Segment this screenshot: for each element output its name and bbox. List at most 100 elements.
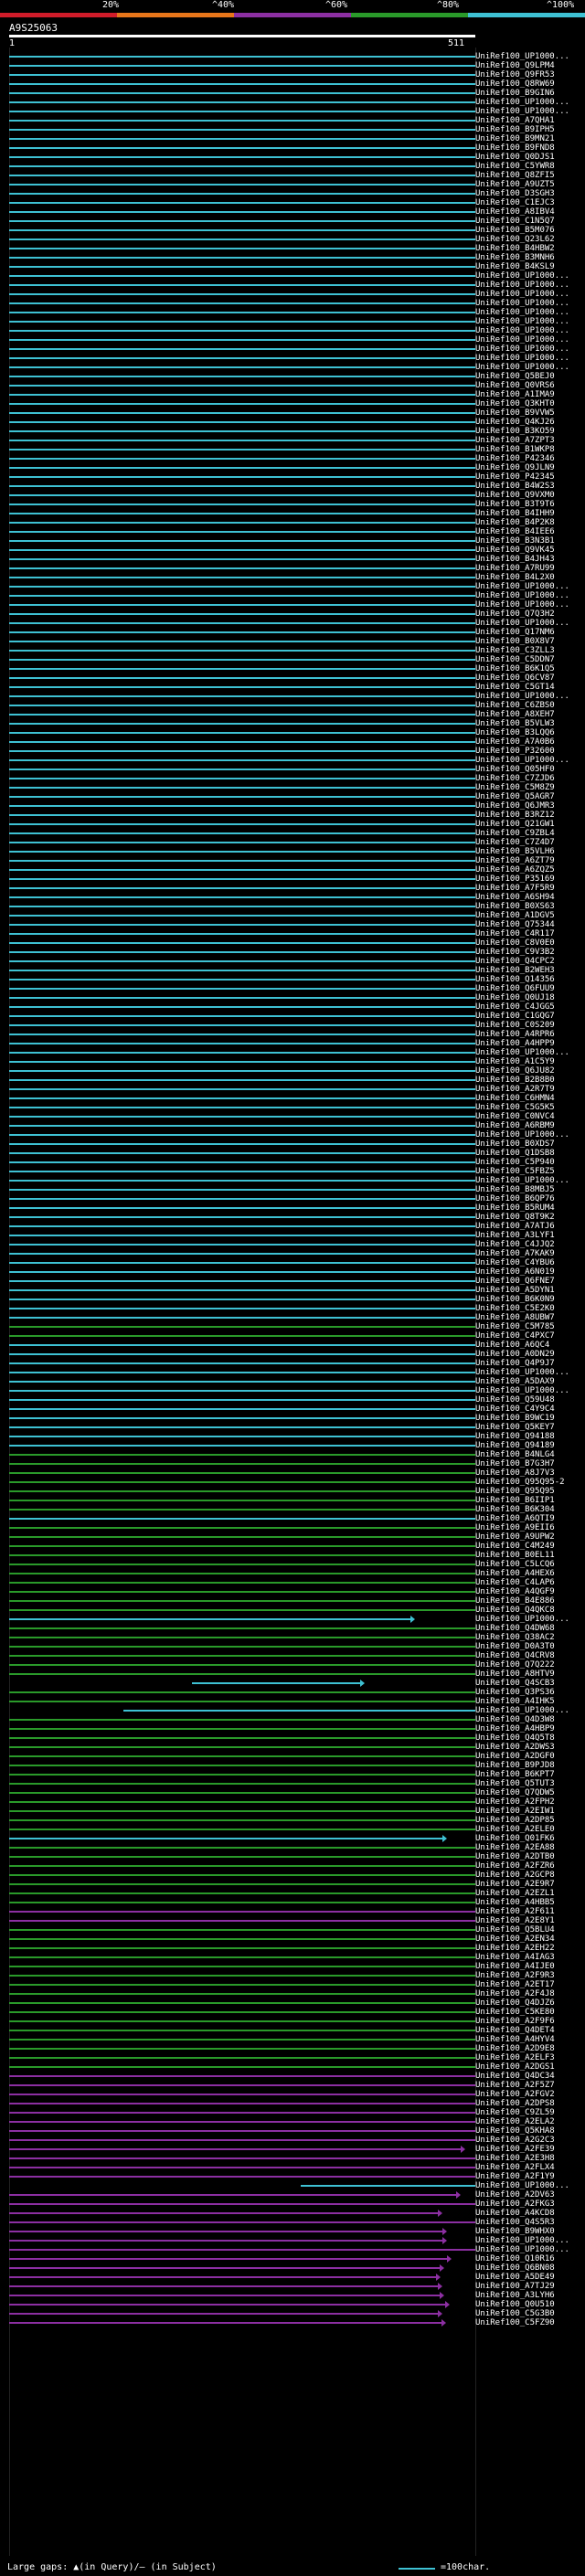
hit-row[interactable]: UniRef100_Q8ZFI5 — [0, 171, 585, 180]
hit-row[interactable]: UniRef100_A6QC4 — [0, 1341, 585, 1350]
hit-alignment-bar[interactable] — [9, 1317, 475, 1319]
hit-name-link[interactable]: UniRef100_B8MBJ5 — [475, 1185, 555, 1194]
hit-row[interactable]: UniRef100_A2DTB0 — [0, 1852, 585, 1861]
hit-alignment-bar[interactable] — [9, 202, 475, 204]
hit-name-link[interactable]: UniRef100_Q94189 — [475, 1441, 555, 1450]
hit-name-link[interactable]: UniRef100_Q75344 — [475, 920, 555, 929]
hit-alignment-bar[interactable] — [9, 284, 475, 286]
hit-row[interactable]: UniRef100_C5M8Z9 — [0, 783, 585, 792]
hit-alignment-bar[interactable] — [9, 366, 475, 368]
hit-row[interactable]: UniRef100_Q3KHT0 — [0, 399, 585, 408]
hit-alignment-bar[interactable] — [9, 686, 475, 688]
hit-name-link[interactable]: UniRef100_A9UZT5 — [475, 180, 555, 189]
hit-alignment-bar[interactable] — [9, 440, 475, 441]
hit-alignment-bar[interactable] — [9, 1390, 475, 1392]
hit-name-link[interactable]: UniRef100_P42346 — [475, 454, 555, 463]
hit-row[interactable]: UniRef100_A2F4J8 — [0, 1989, 585, 1998]
hit-alignment-bar[interactable] — [122, 1710, 475, 1712]
hit-alignment-bar[interactable] — [9, 430, 475, 432]
hit-name-link[interactable]: UniRef100_A9EII6 — [475, 1523, 555, 1532]
hit-alignment-bar[interactable] — [9, 586, 475, 588]
hit-row[interactable]: UniRef100_B6K0N9 — [0, 1295, 585, 1304]
hit-row[interactable]: UniRef100_A1IMA9 — [0, 390, 585, 399]
hit-alignment-bar[interactable] — [9, 2258, 448, 2260]
hit-name-link[interactable]: UniRef100_C9ZL59 — [475, 2108, 555, 2117]
hit-alignment-bar[interactable] — [9, 2011, 475, 2013]
hit-name-link[interactable]: UniRef100_A4HPP9 — [475, 1039, 555, 1048]
hit-row[interactable]: UniRef100_A2DV63 — [0, 2190, 585, 2200]
hit-name-link[interactable]: UniRef100_C4R117 — [475, 929, 555, 938]
hit-row[interactable]: UniRef100_UP1000... — [0, 107, 585, 116]
hit-name-link[interactable]: UniRef100_P35169 — [475, 875, 555, 884]
hit-name-link[interactable]: UniRef100_A8J7V3 — [475, 1468, 555, 1478]
hit-row[interactable]: UniRef100_Q6FUU9 — [0, 984, 585, 993]
hit-row[interactable]: UniRef100_Q7QDW5 — [0, 1788, 585, 1797]
hit-name-link[interactable]: UniRef100_A7KAK9 — [475, 1249, 555, 1258]
hit-alignment-bar[interactable] — [9, 1609, 475, 1611]
hit-alignment-bar[interactable] — [9, 1746, 475, 1748]
hit-alignment-bar[interactable] — [9, 613, 475, 615]
hit-name-link[interactable]: UniRef100_B3N3B1 — [475, 536, 555, 546]
hit-alignment-bar[interactable] — [9, 2130, 475, 2132]
hit-alignment-bar[interactable] — [9, 1646, 475, 1648]
hit-row[interactable]: UniRef100_A5DYN1 — [0, 1286, 585, 1295]
hit-name-link[interactable]: UniRef100_C5LCQ6 — [475, 1560, 555, 1569]
hit-name-link[interactable]: UniRef100_UP1000... — [475, 281, 569, 290]
hit-row[interactable]: UniRef100_A2ET17 — [0, 1980, 585, 1989]
hit-name-link[interactable]: UniRef100_UP1000... — [475, 1706, 569, 1715]
hit-name-link[interactable]: UniRef100_C8V0E0 — [475, 938, 555, 948]
hit-name-link[interactable]: UniRef100_UP1000... — [475, 756, 569, 765]
hit-alignment-bar[interactable] — [9, 1554, 475, 1556]
hit-row[interactable]: UniRef100_C5FZ90 — [0, 2318, 585, 2327]
hit-alignment-bar[interactable] — [9, 778, 475, 779]
hit-alignment-bar[interactable] — [9, 851, 475, 853]
hit-row[interactable]: UniRef100_C0NVC4 — [0, 1112, 585, 1121]
hit-row[interactable]: UniRef100_Q9JLN9 — [0, 463, 585, 472]
hit-row[interactable]: UniRef100_A4IHK5 — [0, 1697, 585, 1706]
hit-row[interactable]: UniRef100_B3MNH6 — [0, 253, 585, 262]
hit-name-link[interactable]: UniRef100_A2DGS1 — [475, 2062, 555, 2072]
hit-alignment-bar[interactable] — [9, 1591, 475, 1593]
hit-row[interactable]: UniRef100_Q95Q95-2 — [0, 1478, 585, 1487]
hit-row[interactable]: UniRef100_Q6JU82 — [0, 1066, 585, 1076]
hit-name-link[interactable]: UniRef100_UP1000... — [475, 2181, 569, 2190]
hit-row[interactable]: UniRef100_B1WKP8 — [0, 445, 585, 454]
hit-row[interactable]: UniRef100_A4HBB5 — [0, 1898, 585, 1907]
hit-name-link[interactable]: UniRef100_B9WHX0 — [475, 2227, 555, 2236]
hit-row[interactable]: UniRef100_A6QTI9 — [0, 1514, 585, 1523]
hit-alignment-bar[interactable] — [9, 156, 475, 158]
hit-row[interactable]: UniRef100_UP1000... — [0, 1176, 585, 1185]
hit-row[interactable]: UniRef100_B3LQQ6 — [0, 728, 585, 737]
hit-alignment-bar[interactable] — [9, 1582, 475, 1584]
hit-row[interactable]: UniRef100_C7ZJD6 — [0, 774, 585, 783]
hit-alignment-bar[interactable] — [9, 860, 475, 862]
hit-name-link[interactable]: UniRef100_C4PXC7 — [475, 1331, 555, 1341]
hit-row[interactable]: UniRef100_C4LAP6 — [0, 1578, 585, 1587]
hit-name-link[interactable]: UniRef100_Q5KEY7 — [475, 1423, 555, 1432]
hit-alignment-bar[interactable] — [9, 522, 475, 524]
hit-alignment-bar[interactable] — [9, 659, 475, 661]
hit-row[interactable]: UniRef100_B0XDS7 — [0, 1140, 585, 1149]
hit-row[interactable]: UniRef100_A2FGV2 — [0, 2090, 585, 2099]
hit-name-link[interactable]: UniRef100_Q4SCB3 — [475, 1679, 555, 1688]
hit-row[interactable]: UniRef100_A2F9R3 — [0, 1971, 585, 1980]
hit-row[interactable]: UniRef100_Q95Q95 — [0, 1487, 585, 1496]
hit-alignment-bar[interactable] — [9, 1500, 475, 1501]
hit-row[interactable]: UniRef100_UP1000... — [0, 354, 585, 363]
hit-name-link[interactable]: UniRef100_A7F5R9 — [475, 884, 555, 893]
hit-name-link[interactable]: UniRef100_A2DTB0 — [475, 1852, 555, 1861]
hit-row[interactable]: UniRef100_UP1000... — [0, 1368, 585, 1377]
hit-alignment-bar[interactable] — [9, 1326, 475, 1328]
hit-row[interactable]: UniRef100_P32600 — [0, 747, 585, 756]
hit-alignment-bar[interactable] — [9, 1920, 475, 1922]
hit-row[interactable]: UniRef100_Q4CPC2 — [0, 957, 585, 966]
hit-row[interactable]: UniRef100_A8XEH7 — [0, 710, 585, 719]
hit-row[interactable]: UniRef100_B4E886 — [0, 1596, 585, 1606]
hit-alignment-bar[interactable] — [9, 1207, 475, 1209]
hit-alignment-bar[interactable] — [9, 970, 475, 971]
hit-name-link[interactable]: UniRef100_Q8RW69 — [475, 80, 555, 89]
hit-name-link[interactable]: UniRef100_B0EL11 — [475, 1551, 555, 1560]
hit-alignment-bar[interactable] — [9, 2157, 475, 2159]
hit-name-link[interactable]: UniRef100_A2ELA2 — [475, 2117, 555, 2126]
hit-alignment-bar[interactable] — [9, 1947, 475, 1949]
